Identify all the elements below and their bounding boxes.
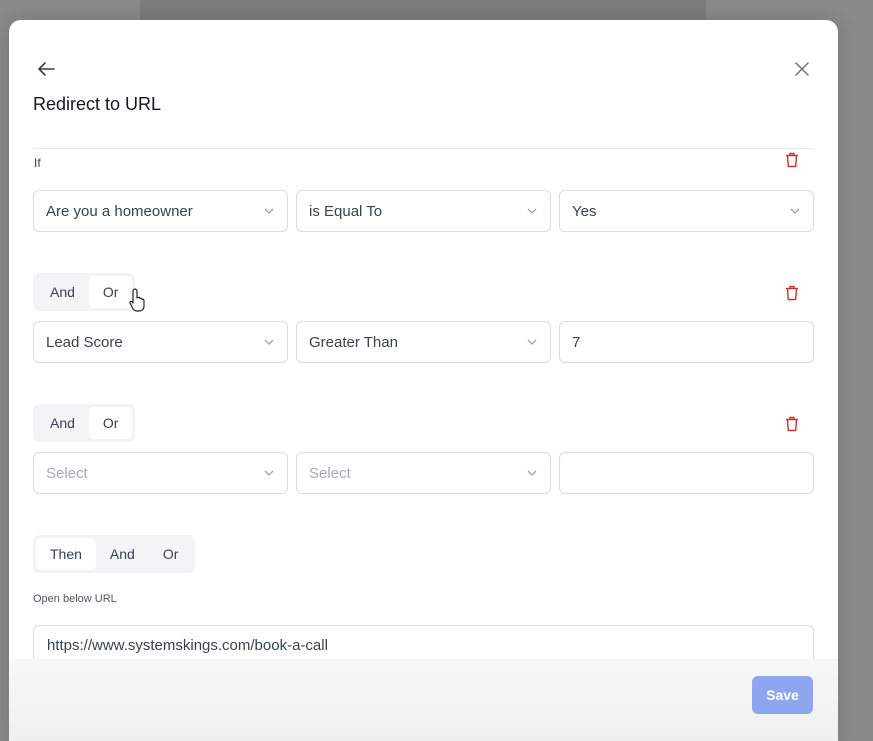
trash-icon xyxy=(786,152,798,168)
delete-condition-3-button[interactable] xyxy=(783,415,801,433)
connector-toggle-1: And Or xyxy=(33,273,136,311)
close-icon xyxy=(795,62,809,76)
operator-select-value: is Equal To xyxy=(309,202,383,220)
chevron-down-icon xyxy=(527,339,537,345)
connector-and-option[interactable]: And xyxy=(36,276,89,308)
then-option[interactable]: Then xyxy=(36,538,96,570)
then-and-option[interactable]: And xyxy=(96,538,149,570)
value-select-value: Yes xyxy=(572,202,597,220)
chevron-down-icon xyxy=(264,470,274,476)
divider xyxy=(33,148,814,149)
arrow-left-icon xyxy=(38,62,55,76)
if-label: If xyxy=(34,156,41,170)
value-input-text: 7 xyxy=(572,333,581,351)
operator-select[interactable]: is Equal To xyxy=(296,190,551,232)
chevron-down-icon xyxy=(264,339,274,345)
condition-row-2: Lead Score Greater Than 7 xyxy=(33,321,814,363)
value-input[interactable] xyxy=(559,452,814,494)
back-button[interactable] xyxy=(35,58,57,80)
operator-select-placeholder: Select xyxy=(309,464,351,482)
condition-row-3: Select Select xyxy=(33,452,814,494)
redirect-modal: Redirect to URL If Are you a homeowner i… xyxy=(9,20,838,741)
field-select[interactable]: Lead Score xyxy=(33,321,288,363)
chevron-down-icon xyxy=(790,208,800,214)
background-window xyxy=(140,0,706,20)
field-select-placeholder: Select xyxy=(46,464,88,482)
value-input[interactable]: 7 xyxy=(559,321,814,363)
trash-icon xyxy=(786,416,798,432)
close-button[interactable] xyxy=(791,58,813,80)
hand-pointer-icon xyxy=(129,288,145,312)
modal-title: Redirect to URL xyxy=(33,94,162,114)
url-label: Open below URL xyxy=(33,593,117,605)
value-select[interactable]: Yes xyxy=(559,190,814,232)
connector-or-option[interactable]: Or xyxy=(88,407,133,439)
connector-and-option[interactable]: And xyxy=(36,407,89,439)
then-or-option[interactable]: Or xyxy=(149,538,193,570)
operator-select-value: Greater Than xyxy=(309,333,398,351)
condition-row-1: Are you a homeowner is Equal To Yes xyxy=(33,190,814,232)
modal-footer xyxy=(9,659,838,741)
field-select-value: Lead Score xyxy=(46,333,123,351)
url-input-value: https://www.systemskings.com/book-a-call xyxy=(47,637,328,654)
url-input[interactable]: https://www.systemskings.com/book-a-call xyxy=(33,625,814,659)
field-select[interactable]: Are you a homeowner xyxy=(33,190,288,232)
operator-select[interactable]: Select xyxy=(296,452,551,494)
chevron-down-icon xyxy=(527,208,537,214)
connector-or-option[interactable]: Or xyxy=(88,276,133,308)
connector-toggle-2: And Or xyxy=(33,404,136,442)
chevron-down-icon xyxy=(527,470,537,476)
save-button[interactable]: Save xyxy=(752,676,813,714)
chevron-down-icon xyxy=(264,208,274,214)
trash-icon xyxy=(786,285,798,301)
then-toggle: Then And Or xyxy=(33,535,196,573)
delete-condition-1-button[interactable] xyxy=(783,151,801,169)
delete-condition-2-button[interactable] xyxy=(783,284,801,302)
field-select-value: Are you a homeowner xyxy=(46,202,193,220)
operator-select[interactable]: Greater Than xyxy=(296,321,551,363)
field-select[interactable]: Select xyxy=(33,452,288,494)
